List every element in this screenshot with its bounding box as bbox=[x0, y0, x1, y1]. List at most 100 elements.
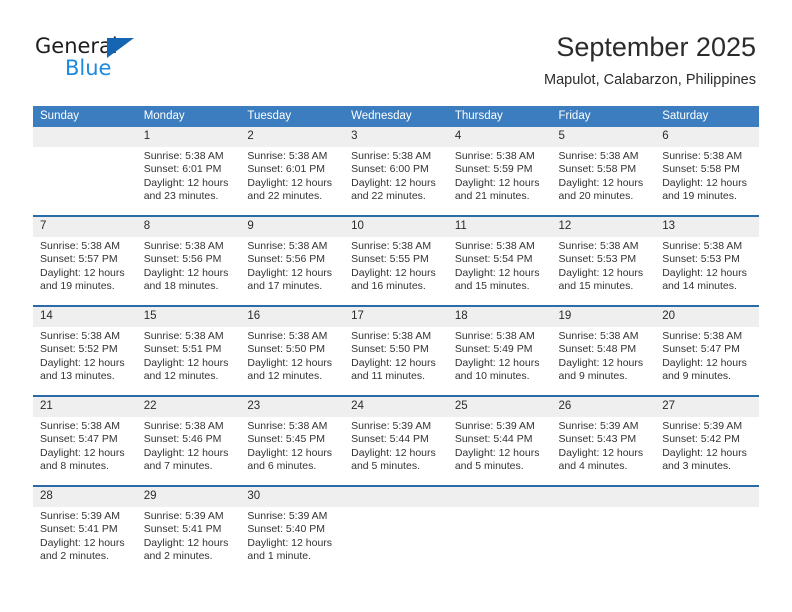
day-number bbox=[344, 487, 448, 507]
calendar-day-cell[interactable]: 20 Sunrise: 5:38 AM Sunset: 5:47 PM Dayligh… bbox=[655, 305, 759, 396]
day-number: 11 bbox=[447, 217, 552, 237]
day-details: Sunrise: 5:39 AM Sunset: 5:44 PM Daylight:… bbox=[448, 417, 552, 474]
sunset-text: Sunset: 5:43 PM bbox=[558, 433, 637, 446]
daylight-text-line1: Daylight: 12 hours bbox=[40, 266, 125, 279]
day-details: Sunrise: 5:38 AM Sunset: 5:58 PM Daylight:… bbox=[655, 147, 759, 204]
sunset-text: Sunset: 5:55 PM bbox=[351, 253, 429, 266]
day-cell-inner: 12 Sunrise: 5:38 AM Sunset: 5:53 PM Dayligh… bbox=[551, 217, 656, 305]
calendar-day-cell[interactable]: 13 Sunrise: 5:38 AM Sunset: 5:53 PM Dayligh… bbox=[655, 215, 759, 306]
day-number: 6 bbox=[655, 127, 759, 147]
daylight-text-line2: and 17 minutes. bbox=[247, 280, 323, 293]
sunrise-text: Sunrise: 5:38 AM bbox=[454, 240, 535, 252]
calendar-day-cell[interactable]: 9 Sunrise: 5:38 AM Sunset: 5:56 PM Daylight… bbox=[240, 215, 345, 306]
day-number: 21 bbox=[33, 397, 137, 417]
sunset-text: Sunset: 5:45 PM bbox=[247, 433, 326, 446]
calendar-day-cell[interactable]: 7 Sunrise: 5:38 AM Sunset: 5:57 PM Daylight… bbox=[33, 215, 137, 306]
calendar-day-cell[interactable]: 29 Sunrise: 5:39 AM Sunset: 5:41 PM Dayligh… bbox=[136, 485, 241, 575]
calendar-week-row: 14 Sunrise: 5:38 AM Sunset: 5:52 PM Dayligh… bbox=[33, 305, 759, 396]
daylight-text-line1: Daylight: 12 hours bbox=[40, 446, 125, 459]
day-number: 15 bbox=[136, 307, 241, 327]
day-number: 3 bbox=[344, 127, 448, 147]
day-details: Sunrise: 5:39 AM Sunset: 5:42 PM Daylight:… bbox=[655, 417, 759, 474]
generalblue-logo[interactable]: General Blue bbox=[35, 34, 255, 84]
day-number: 23 bbox=[240, 397, 345, 417]
daylight-text-line2: and 15 minutes. bbox=[558, 280, 634, 293]
day-details: Sunrise: 5:38 AM Sunset: 5:46 PM Daylight:… bbox=[137, 417, 241, 474]
daylight-text-line2: and 23 minutes. bbox=[143, 190, 219, 203]
day-details: Sunrise: 5:38 AM Sunset: 5:53 PM Daylight:… bbox=[552, 237, 656, 294]
day-cell-inner: 1 Sunrise: 5:38 AM Sunset: 6:01 PM Daylight… bbox=[136, 127, 241, 215]
calendar-day-cell[interactable]: 23 Sunrise: 5:38 AM Sunset: 5:45 PM Dayligh… bbox=[240, 395, 345, 486]
daylight-text-line2: and 9 minutes. bbox=[558, 370, 628, 383]
calendar-day-cell[interactable]: 8 Sunrise: 5:38 AM Sunset: 5:56 PM Daylight… bbox=[136, 215, 241, 306]
sunrise-text: Sunrise: 5:38 AM bbox=[558, 240, 639, 252]
day-details: Sunrise: 5:38 AM Sunset: 5:55 PM Daylight:… bbox=[344, 237, 448, 294]
calendar-day-cell[interactable]: 5 Sunrise: 5:38 AM Sunset: 5:58 PM Daylight… bbox=[551, 127, 656, 216]
day-number: 2 bbox=[240, 127, 345, 147]
calendar-day-cell[interactable]: 25 Sunrise: 5:39 AM Sunset: 5:44 PM Dayligh… bbox=[447, 395, 552, 486]
sunset-text: Sunset: 5:49 PM bbox=[454, 343, 533, 356]
calendar-day-cell[interactable]: 27 Sunrise: 5:39 AM Sunset: 5:42 PM Dayligh… bbox=[655, 395, 759, 486]
calendar-day-cell[interactable]: 11 Sunrise: 5:38 AM Sunset: 5:54 PM Dayligh… bbox=[447, 215, 552, 306]
sunset-text: Sunset: 5:47 PM bbox=[40, 433, 118, 446]
calendar-day-cell[interactable]: 18 Sunrise: 5:38 AM Sunset: 5:49 PM Dayligh… bbox=[447, 305, 552, 396]
day-cell-inner: 24 Sunrise: 5:39 AM Sunset: 5:44 PM Dayligh… bbox=[344, 397, 448, 485]
calendar-day-cell[interactable]: 6 Sunrise: 5:38 AM Sunset: 5:58 PM Daylight… bbox=[655, 127, 759, 216]
calendar-day-cell[interactable]: 26 Sunrise: 5:39 AM Sunset: 5:43 PM Dayligh… bbox=[551, 395, 656, 486]
calendar-day-cell[interactable]: 14 Sunrise: 5:38 AM Sunset: 5:52 PM Dayligh… bbox=[33, 305, 137, 396]
day-number: 20 bbox=[655, 307, 759, 327]
sunrise-text: Sunrise: 5:38 AM bbox=[247, 240, 328, 252]
sunrise-text: Sunrise: 5:39 AM bbox=[454, 420, 535, 432]
day-cell-inner: 21 Sunrise: 5:38 AM Sunset: 5:47 PM Dayligh… bbox=[33, 397, 137, 485]
calendar-day-cell[interactable]: 30 Sunrise: 5:39 AM Sunset: 5:40 PM Dayligh… bbox=[240, 485, 345, 575]
day-details: Sunrise: 5:39 AM Sunset: 5:40 PM Daylight:… bbox=[240, 507, 344, 564]
day-cell-inner bbox=[33, 127, 137, 215]
daylight-text-line2: and 11 minutes. bbox=[351, 370, 426, 383]
calendar-day-cell[interactable]: 10 Sunrise: 5:38 AM Sunset: 5:55 PM Dayligh… bbox=[344, 215, 448, 306]
calendar-day-cell[interactable]: 15 Sunrise: 5:38 AM Sunset: 5:51 PM Dayligh… bbox=[136, 305, 241, 396]
sunset-text: Sunset: 5:54 PM bbox=[454, 253, 533, 266]
calendar-day-cell[interactable]: 17 Sunrise: 5:38 AM Sunset: 5:50 PM Dayligh… bbox=[344, 305, 448, 396]
sunset-text: Sunset: 5:46 PM bbox=[143, 433, 222, 446]
calendar-day-cell[interactable]: 2 Sunrise: 5:38 AM Sunset: 6:01 PM Daylight… bbox=[240, 127, 345, 216]
calendar-day-cell[interactable]: 28 Sunrise: 5:39 AM Sunset: 5:41 PM Dayligh… bbox=[33, 485, 137, 575]
day-details: Sunrise: 5:38 AM Sunset: 5:58 PM Daylight:… bbox=[552, 147, 656, 204]
sunset-text: Sunset: 5:53 PM bbox=[558, 253, 637, 266]
day-number: 27 bbox=[655, 397, 759, 417]
sunset-text: Sunset: 5:51 PM bbox=[143, 343, 222, 356]
day-number: 30 bbox=[240, 487, 345, 507]
daylight-text-line2: and 16 minutes. bbox=[351, 280, 426, 293]
calendar-day-cell[interactable]: 4 Sunrise: 5:38 AM Sunset: 5:59 PM Daylight… bbox=[447, 127, 552, 216]
calendar-header-row: Sunday Monday Tuesday Wednesday Thursday… bbox=[33, 106, 759, 127]
day-details: Sunrise: 5:38 AM Sunset: 5:56 PM Daylight:… bbox=[137, 237, 241, 294]
daylight-text-line1: Daylight: 12 hours bbox=[247, 536, 333, 549]
sunset-text: Sunset: 5:53 PM bbox=[662, 253, 740, 266]
weekday-header-sunday: Sunday bbox=[33, 106, 137, 127]
daylight-text-line2: and 12 minutes. bbox=[247, 370, 323, 383]
day-cell-inner: 22 Sunrise: 5:38 AM Sunset: 5:46 PM Dayligh… bbox=[136, 397, 241, 485]
sunset-text: Sunset: 5:50 PM bbox=[247, 343, 326, 356]
calendar-day-cell[interactable]: 16 Sunrise: 5:38 AM Sunset: 5:50 PM Dayligh… bbox=[240, 305, 345, 396]
calendar-day-cell[interactable]: 12 Sunrise: 5:38 AM Sunset: 5:53 PM Dayligh… bbox=[551, 215, 656, 306]
sunset-text: Sunset: 6:00 PM bbox=[351, 163, 429, 176]
calendar-day-cell[interactable]: 3 Sunrise: 5:38 AM Sunset: 6:00 PM Daylight… bbox=[344, 127, 448, 216]
calendar-day-cell[interactable]: 22 Sunrise: 5:38 AM Sunset: 5:46 PM Dayligh… bbox=[136, 395, 241, 486]
calendar-day-cell[interactable]: 21 Sunrise: 5:38 AM Sunset: 5:47 PM Dayligh… bbox=[33, 395, 137, 486]
day-cell-inner: 7 Sunrise: 5:38 AM Sunset: 5:57 PM Daylight… bbox=[33, 217, 137, 305]
day-cell-inner: 17 Sunrise: 5:38 AM Sunset: 5:50 PM Dayligh… bbox=[344, 307, 448, 395]
day-cell-inner: 20 Sunrise: 5:38 AM Sunset: 5:47 PM Dayligh… bbox=[655, 307, 759, 395]
daylight-text-line1: Daylight: 12 hours bbox=[247, 446, 333, 459]
logo-text-general: General bbox=[35, 34, 118, 58]
calendar-day-cell[interactable]: 1 Sunrise: 5:38 AM Sunset: 6:01 PM Daylight… bbox=[136, 127, 241, 216]
day-cell-inner: 4 Sunrise: 5:38 AM Sunset: 5:59 PM Daylight… bbox=[447, 127, 552, 215]
calendar-day-cell[interactable]: 24 Sunrise: 5:39 AM Sunset: 5:44 PM Dayligh… bbox=[344, 395, 448, 486]
daylight-text-line1: Daylight: 12 hours bbox=[454, 266, 540, 279]
sunset-text: Sunset: 5:44 PM bbox=[454, 433, 533, 446]
calendar-day-cell[interactable]: 19 Sunrise: 5:38 AM Sunset: 5:48 PM Dayligh… bbox=[551, 305, 656, 396]
sunset-text: Sunset: 5:41 PM bbox=[40, 523, 118, 536]
triangle-icon bbox=[107, 38, 134, 58]
day-number: 10 bbox=[344, 217, 448, 237]
sunrise-text: Sunrise: 5:38 AM bbox=[247, 330, 328, 342]
day-details: Sunrise: 5:38 AM Sunset: 5:50 PM Daylight:… bbox=[240, 327, 344, 384]
sunset-text: Sunset: 5:48 PM bbox=[558, 343, 637, 356]
